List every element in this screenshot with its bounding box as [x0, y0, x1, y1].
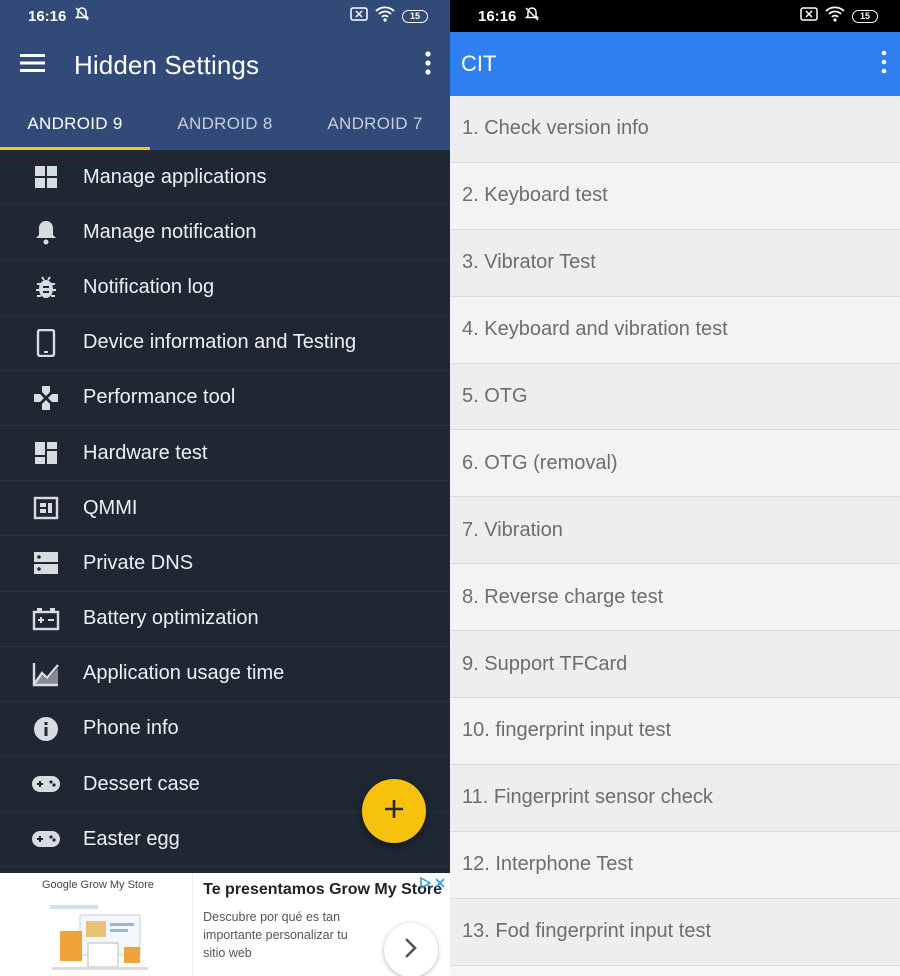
- close-ad-icon[interactable]: [434, 876, 446, 894]
- no-sim-icon: [350, 7, 368, 25]
- chip-icon: [30, 492, 62, 524]
- menu-item-application-usage-time[interactable]: Application usage time: [0, 647, 450, 702]
- list-item[interactable]: 8. Reverse charge test: [450, 564, 900, 632]
- list-item[interactable]: 12. Interphone Test: [450, 831, 900, 899]
- hidden-settings-screen: 16:16 15 Hidden Settings ANDROID 9 ANDRO…: [0, 0, 450, 976]
- menu-item-battery-optimization[interactable]: Battery optimization: [0, 592, 450, 647]
- menu-item-label: Manage notification: [83, 220, 257, 243]
- list-item[interactable]: 2. Keyboard test: [450, 162, 900, 230]
- bell-icon: [30, 216, 62, 248]
- settings-menu: Manage applications Manage notification …: [0, 150, 450, 868]
- ad-open-button[interactable]: [384, 923, 438, 976]
- cit-screen: 16:16 15 CIT 1. Check version info 2. Ke…: [450, 0, 900, 976]
- controller-icon: [30, 768, 62, 800]
- dashboard-icon: [30, 437, 62, 469]
- ad-banner[interactable]: Google Grow My Store Te presentamos Grow…: [0, 873, 450, 976]
- menu-item-device-information[interactable]: Device information and Testing: [0, 316, 450, 371]
- list-item[interactable]: 3. Vibrator Test: [450, 229, 900, 297]
- menu-item-label: Manage applications: [83, 165, 267, 188]
- add-fab-button[interactable]: [362, 779, 426, 843]
- battery-icon: 15: [402, 9, 428, 23]
- menu-item-qmmi[interactable]: QMMI: [0, 481, 450, 537]
- chart-icon: [30, 658, 62, 690]
- chevron-right-icon: [404, 937, 418, 964]
- more-options-icon[interactable]: [424, 50, 432, 80]
- app-bar: Hidden Settings: [0, 32, 450, 98]
- list-item[interactable]: 7. Vibration: [450, 497, 900, 565]
- menu-item-manage-applications[interactable]: Manage applications: [0, 150, 450, 206]
- menu-item-phone-info[interactable]: Phone info: [0, 702, 450, 758]
- list-item[interactable]: 6. OTG (removal): [450, 430, 900, 498]
- tab-android-8[interactable]: ANDROID 8: [150, 98, 300, 150]
- ad-brand: Google Grow My Store: [42, 879, 154, 891]
- list-item[interactable]: 1. Check version info: [450, 96, 900, 163]
- battery-icon: 15: [852, 9, 878, 23]
- android-version-tabs: ANDROID 9 ANDROID 8 ANDROID 7: [0, 98, 450, 150]
- menu-item-label: Hardware test: [83, 441, 208, 464]
- ad-choices[interactable]: [419, 876, 446, 894]
- bug-icon: [30, 271, 62, 303]
- ad-title: Te presentamos Grow My Store: [203, 881, 442, 898]
- status-bar: 16:16 15: [0, 0, 450, 32]
- menu-item-performance-tool[interactable]: Performance tool: [0, 371, 450, 426]
- adchoices-icon[interactable]: [419, 876, 432, 894]
- list-item[interactable]: 9. Support TFCard: [450, 631, 900, 699]
- menu-item-label: QMMI: [83, 496, 138, 519]
- list-item[interactable]: 5. OTG: [450, 363, 900, 431]
- menu-item-manage-notification[interactable]: Manage notification: [0, 205, 450, 261]
- mute-alarm-icon: [524, 6, 540, 26]
- list-item[interactable]: 13. Fod fingerprint input test: [450, 898, 900, 966]
- menu-item-label: Device information and Testing: [83, 331, 357, 354]
- ad-text: Te presentamos Grow My Store Descubre po…: [193, 873, 450, 976]
- wifi-icon: [375, 6, 395, 26]
- menu-icon[interactable]: [20, 53, 46, 78]
- menu-item-private-dns[interactable]: Private DNS: [0, 536, 450, 592]
- status-time: 16:16: [28, 7, 67, 25]
- menu-item-hardware-test[interactable]: Hardware test: [0, 426, 450, 482]
- battery-plus-icon: [30, 603, 62, 635]
- ad-image: Google Grow My Store: [0, 873, 194, 976]
- gamepad-cross-icon: [30, 382, 62, 414]
- tab-android-7[interactable]: ANDROID 7: [300, 98, 450, 150]
- more-options-icon[interactable]: [880, 50, 888, 79]
- menu-item-label: Notification log: [83, 275, 215, 298]
- list-item[interactable]: 11. Fingerprint sensor check: [450, 764, 900, 832]
- ad-description: Descubre por qué es tan importante perso…: [203, 910, 348, 960]
- status-time: 16:16: [478, 7, 517, 25]
- list-item[interactable]: 10. fingerprint input test: [450, 698, 900, 765]
- menu-item-label: Private DNS: [83, 551, 194, 574]
- wifi-icon: [825, 6, 845, 26]
- tab-android-9[interactable]: ANDROID 9: [0, 98, 150, 150]
- menu-item-label: Performance tool: [83, 386, 236, 409]
- status-bar: 16:16 15: [450, 0, 900, 32]
- menu-item-label: Easter egg: [83, 827, 180, 850]
- menu-item-notification-log[interactable]: Notification log: [0, 260, 450, 316]
- controller-icon: [30, 823, 62, 855]
- app-title: Hidden Settings: [74, 49, 260, 80]
- phone-icon: [30, 327, 62, 359]
- menu-item-label: Phone info: [83, 717, 179, 740]
- menu-item-label: Application usage time: [83, 662, 285, 685]
- menu-item-label: Dessert case: [83, 772, 200, 795]
- list-item[interactable]: 4. Keyboard and vibration test: [450, 296, 900, 364]
- menu-item-label: Battery optimization: [83, 607, 259, 630]
- mute-alarm-icon: [74, 6, 90, 26]
- no-sim-icon: [800, 7, 818, 25]
- plus-icon: [383, 798, 405, 825]
- server-icon: [30, 547, 62, 579]
- grid-icon: [30, 161, 62, 193]
- cit-test-list: 1. Check version info 2. Keyboard test 3…: [450, 96, 900, 966]
- app-title: CIT: [461, 51, 497, 76]
- app-bar: CIT: [450, 32, 900, 96]
- info-icon: [30, 713, 62, 745]
